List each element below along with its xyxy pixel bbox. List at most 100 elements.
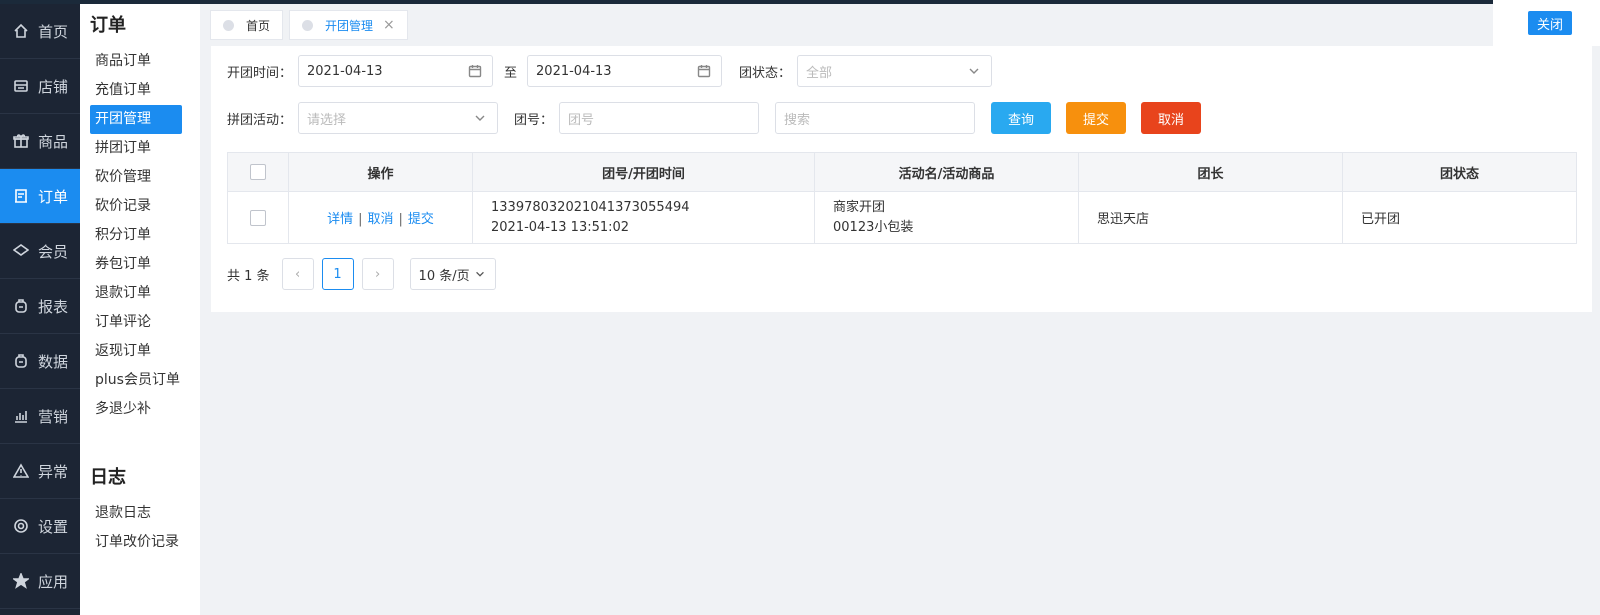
activity-select[interactable]: 请选择: [298, 102, 499, 134]
col-header: 团长: [1078, 152, 1343, 192]
tab-dot-icon: [223, 19, 234, 31]
nav-item-goods[interactable]: 商品: [0, 114, 80, 169]
activity-name-value: 商家开团: [833, 199, 886, 215]
status-select-value: 全部: [806, 65, 833, 81]
status-label: 团状态：: [739, 65, 792, 81]
submenu-item[interactable]: 订单改价记录: [90, 528, 182, 557]
gift-icon: [12, 132, 30, 150]
table-row: 详情 | 取消 | 提交 133978032021041373055494 2021-0…: [227, 191, 1577, 244]
row-select-cell: [227, 191, 289, 244]
tab-label: 开团管理: [325, 18, 374, 33]
nav-item-data[interactable]: 数据: [0, 334, 80, 389]
submenu-item[interactable]: 退款日志: [90, 499, 182, 528]
activity-label: 拼团活动：: [227, 112, 293, 128]
submenu-item[interactable]: 商品订单: [90, 47, 182, 76]
search-placeholder: 搜索: [784, 112, 811, 128]
main-nav: 首页 店铺 商品 订单 会员 报表 数据 营销 异常 设置 应用: [0, 4, 80, 615]
close-button[interactable]: 关闭: [1528, 11, 1572, 35]
nav-item-report[interactable]: 报表: [0, 279, 80, 334]
nav-item-marketing[interactable]: 营销: [0, 389, 80, 444]
nav-item-label: 营销: [38, 407, 69, 426]
submenu-item-active[interactable]: 开团管理: [90, 105, 182, 134]
nav-item-label: 设置: [38, 517, 69, 536]
submit-link[interactable]: 提交: [408, 212, 434, 227]
home-icon: [12, 22, 30, 40]
select-all-checkbox[interactable]: [250, 164, 266, 180]
nav-item-label: 首页: [38, 22, 69, 41]
col-header: 团号/开团时间: [472, 152, 815, 192]
star-icon: [12, 572, 30, 590]
group-no-input[interactable]: 团号: [559, 102, 760, 134]
submenu-item[interactable]: 多退少补: [90, 395, 182, 424]
select-all-cell: [227, 152, 289, 192]
tab-label: 首页: [246, 18, 271, 33]
nav-item-store[interactable]: 店铺: [0, 59, 80, 114]
submenu-item[interactable]: 订单评论: [90, 308, 182, 337]
member-icon: [12, 242, 30, 260]
submit-button[interactable]: 提交: [1066, 102, 1127, 134]
leader-cell: 思迅天店: [1078, 191, 1343, 244]
submenu-item[interactable]: 砍价管理: [90, 163, 182, 192]
total-count: 共 1 条: [227, 268, 270, 284]
row-checkbox[interactable]: [250, 209, 266, 226]
submenu-item[interactable]: 券包订单: [90, 250, 182, 279]
group-table: 操作 团号/开团时间 活动名/活动商品 团长 团状态 详情 | 取消 | 提交 1339…: [227, 152, 1577, 244]
status-select[interactable]: 全部: [797, 55, 993, 87]
nav-item-label: 订单: [38, 187, 69, 206]
nav-item-settings[interactable]: 设置: [0, 499, 80, 554]
query-button[interactable]: 查询: [991, 102, 1052, 134]
submenu-item[interactable]: 退款订单: [90, 279, 182, 308]
submenu-item[interactable]: plus会员订单: [90, 366, 182, 395]
submenu-item[interactable]: 砍价记录: [90, 192, 182, 221]
submenu-title-log: 日志: [90, 467, 126, 488]
submenu-item[interactable]: 返现订单: [90, 337, 182, 366]
tab-group-manage[interactable]: 开团管理 ×: [289, 10, 408, 40]
close-area: 关闭: [1493, 0, 1600, 46]
date-to-input[interactable]: 2021-04-13: [527, 55, 723, 87]
detail-link[interactable]: 详情: [327, 212, 353, 227]
filter-row-1: 开团时间： 2021-04-13 至 2021-04-13 团状态： 全部: [227, 55, 993, 87]
cancel-button[interactable]: 取消: [1141, 102, 1202, 134]
group-no-label: 团号：: [514, 112, 554, 128]
tab-home[interactable]: 首页: [210, 10, 284, 40]
submenu-item[interactable]: 充值订单: [90, 76, 182, 105]
nav-item-member[interactable]: 会员: [0, 224, 80, 279]
nav-item-apps[interactable]: 应用: [0, 554, 80, 609]
group-no-placeholder: 团号: [568, 112, 595, 128]
page-tabs: 首页 开团管理 ×: [210, 10, 414, 40]
calendar-icon: [697, 64, 711, 78]
nav-item-label: 店铺: [38, 77, 69, 96]
submenu-title-order: 订单: [90, 15, 126, 36]
activity-goods-value: 00123小包装: [833, 219, 914, 235]
prev-page-button[interactable]: ‹: [281, 258, 314, 290]
submenu-item[interactable]: 积分订单: [90, 221, 182, 250]
to-label: 至: [504, 65, 518, 81]
nav-item-order[interactable]: 订单: [0, 169, 80, 224]
nav-item-home[interactable]: 首页: [0, 4, 80, 59]
search-input[interactable]: 搜索: [775, 102, 976, 134]
filter-row-2: 拼团活动： 请选择 团号： 团号 搜索 查询 提交 取消: [227, 102, 1202, 134]
chevron-down-icon: [473, 111, 487, 125]
sub-menu: 订单 商品订单 充值订单 开团管理 拼团订单 砍价管理 砍价记录 积分订单 券包…: [80, 4, 200, 615]
close-icon[interactable]: ×: [383, 17, 395, 33]
nav-item-label: 数据: [38, 352, 69, 371]
page-size-select[interactable]: 10 条/页: [409, 258, 496, 290]
group-no-value: 133978032021041373055494: [491, 199, 690, 215]
nav-item-exception[interactable]: 异常: [0, 444, 80, 499]
date-from-input[interactable]: 2021-04-13: [298, 55, 494, 87]
submenu-item[interactable]: 拼团订单: [90, 134, 182, 163]
data-icon: [12, 352, 30, 370]
group-no-cell: 133978032021041373055494 2021-04-13 13:5…: [472, 191, 815, 244]
activity-cell: 商家开团 00123小包装: [814, 191, 1079, 244]
tab-dot-icon: [302, 19, 314, 31]
next-page-button[interactable]: ›: [361, 258, 394, 290]
nav-item-label: 商品: [38, 132, 69, 151]
chevron-down-icon: [967, 64, 981, 78]
report-icon: [12, 297, 30, 315]
page-number[interactable]: 1: [321, 258, 354, 290]
nav-item-label: 异常: [38, 462, 69, 481]
open-time-value: 2021-04-13 13:51:02: [491, 219, 630, 235]
actions-cell: 详情 | 取消 | 提交: [288, 191, 473, 244]
cancel-link[interactable]: 取消: [367, 212, 393, 227]
chevron-down-icon: [474, 268, 486, 280]
